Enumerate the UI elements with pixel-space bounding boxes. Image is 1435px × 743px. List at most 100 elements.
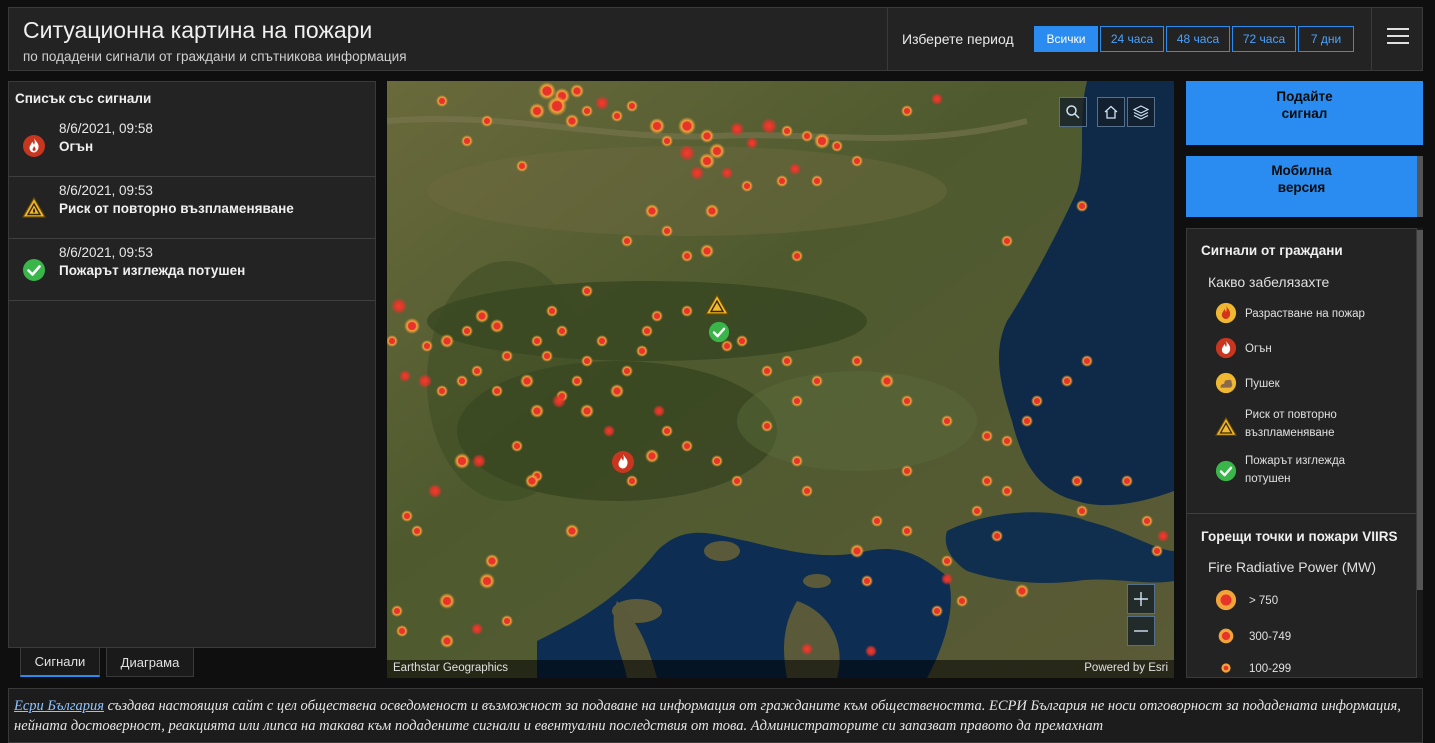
signal-list-item[interactable]: 8/6/2021, 09:58 Огън (9, 115, 375, 177)
scrollbar[interactable] (1417, 156, 1423, 217)
hotspot-marker (570, 84, 584, 98)
legend-item: Пушек (1215, 372, 1405, 396)
home-icon (1104, 105, 1118, 119)
hotspot-marker (871, 515, 883, 527)
report-signal-button[interactable]: Подайте сигнал (1186, 81, 1423, 145)
legend-citizens-subtitle: Какво забелязахте (1208, 274, 1330, 290)
legend-label: Огън (1245, 343, 1272, 355)
hotspot-marker (581, 105, 593, 117)
hotspot-marker (761, 365, 773, 377)
legend-item: 300-749 (1215, 625, 1405, 649)
hotspot-marker (461, 135, 473, 147)
mobile-button-line2: версия (1277, 180, 1326, 195)
legend-label-line: потушен (1245, 473, 1291, 485)
hotspot-marker (471, 623, 483, 635)
hotspot-marker (621, 365, 633, 377)
hotspot-marker (461, 325, 473, 337)
legend-label-line: Риск от повторно (1245, 409, 1337, 421)
map-view[interactable]: Earthstar Geographics Powered by Esri (387, 81, 1174, 678)
zoom-in-button[interactable] (1127, 584, 1155, 614)
tab-diagram[interactable]: Диаграма (106, 648, 194, 677)
hotspot-marker (391, 605, 403, 617)
signal-time: 8/6/2021, 09:58 (59, 121, 153, 136)
hotspot-marker (901, 465, 913, 477)
signal-list-item[interactable]: 8/6/2021, 09:53 Риск от повторно възплам… (9, 177, 375, 239)
hotspot-marker (645, 204, 659, 218)
mobile-version-button[interactable]: Мобилна версия (1186, 156, 1417, 217)
hotspot-marker (547, 96, 567, 116)
page-subtitle: по подадени сигнали от граждани и спътни… (23, 49, 407, 64)
tab-signals[interactable]: Сигнали (20, 648, 100, 677)
hotspot-marker (626, 100, 638, 112)
header-divider (887, 8, 888, 70)
period-selector: Всички 24 часа 48 часа 72 часа 7 дни (1034, 26, 1354, 52)
period-48h-button[interactable]: 48 часа (1166, 26, 1230, 52)
hotspot-marker (436, 95, 448, 107)
hotspot-marker (746, 137, 758, 149)
hotspot-marker (681, 305, 693, 317)
signal-label: Пожарът изглежда потушен (59, 263, 246, 278)
hotspot-marker (1121, 475, 1133, 487)
map-home-button[interactable] (1097, 97, 1125, 127)
hotspot-marker (880, 374, 894, 388)
signal-list-item[interactable]: 8/6/2021, 09:53 Пожарът изглежда потушен (9, 239, 375, 301)
hotspot-marker (571, 375, 583, 387)
hotspot-marker (711, 455, 723, 467)
hotspot-marker (901, 395, 913, 407)
hotspot-marker (596, 335, 608, 347)
check-marker-icon[interactable] (708, 321, 730, 343)
hotspot-marker (621, 235, 633, 247)
hotspot-marker (661, 425, 673, 437)
hotspot-marker (700, 244, 714, 258)
hotspot-marker (1076, 200, 1088, 212)
hotspot-marker (649, 118, 665, 134)
hotspot-marker (791, 250, 803, 262)
fire-marker-icon[interactable] (611, 450, 635, 474)
attribution-source: Earthstar Geographics (393, 662, 509, 674)
signals-list-title: Списък със сигнали (15, 91, 152, 106)
mobile-button-line1: Мобилна (1271, 163, 1332, 178)
hotspot-marker (791, 455, 803, 467)
hotspot-marker (525, 474, 539, 488)
warning-marker-icon[interactable] (705, 293, 729, 317)
hotspot-marker (603, 425, 615, 437)
hotspot-marker (690, 166, 704, 180)
hotspot-marker (931, 93, 943, 105)
hotspot-marker (831, 140, 843, 152)
hamburger-menu-icon[interactable] (1387, 28, 1409, 46)
panel-tabs: Сигнали Диаграма (20, 648, 194, 677)
legend-citizens-title: Сигнали от граждани (1201, 243, 1343, 258)
disclaimer-footer: Есри България създава настоящия сайт с ц… (8, 688, 1423, 743)
zoom-out-button[interactable] (1127, 616, 1155, 646)
legend-label: Пушек (1245, 378, 1280, 390)
attribution-powered-by: Powered by Esri (1084, 662, 1168, 674)
hotspot-marker (851, 155, 863, 167)
report-button-line1: Подайте (1276, 89, 1333, 104)
hotspot-marker (565, 524, 579, 538)
hotspot-marker (956, 595, 968, 607)
hotspot-marker (776, 175, 788, 187)
report-button-line2: сигнал (1281, 106, 1328, 121)
hotspot-marker (471, 365, 483, 377)
hotspot-marker (1031, 395, 1043, 407)
esri-bulgaria-link[interactable]: Есри България (14, 698, 104, 714)
period-all-button[interactable]: Всички (1034, 26, 1098, 52)
period-7d-button[interactable]: 7 дни (1298, 26, 1354, 52)
signals-list-panel: Списък със сигнали 8/6/2021, 09:58 Огън … (8, 81, 376, 648)
hotspot-marker (1081, 355, 1093, 367)
legend-scrollbar-thumb[interactable] (1417, 230, 1423, 590)
period-72h-button[interactable]: 72 часа (1232, 26, 1296, 52)
hotspot-marker (436, 385, 448, 397)
hotspot-marker (681, 250, 693, 262)
hotspot-marker (641, 325, 653, 337)
hotspot-marker (531, 335, 543, 347)
hotspot-marker (651, 310, 663, 322)
hotspot-marker (401, 510, 413, 522)
map-layers-button[interactable] (1127, 97, 1155, 127)
period-24h-button[interactable]: 24 часа (1100, 26, 1164, 52)
map-search-button[interactable] (1059, 97, 1087, 127)
hotspot-marker (721, 167, 733, 179)
hotspot-marker (941, 573, 953, 585)
hotspot-marker (439, 593, 455, 609)
hotspot-marker (801, 643, 813, 655)
